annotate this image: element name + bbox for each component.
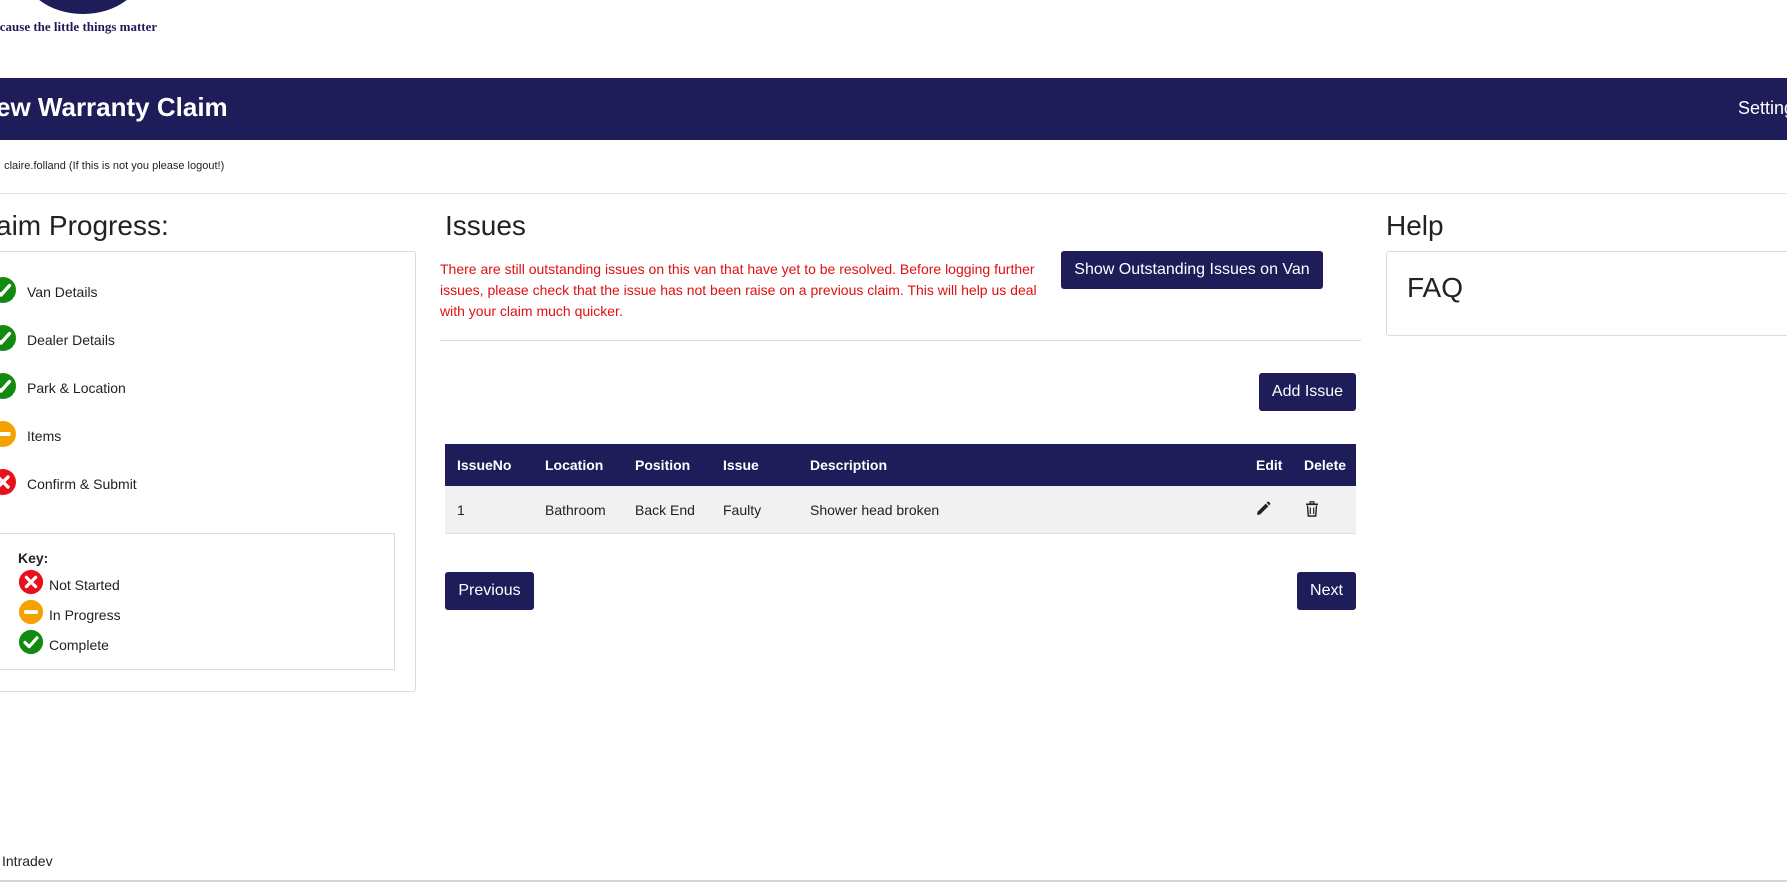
issues-title: Issues [445, 210, 526, 241]
previous-button[interactable]: Previous [445, 572, 534, 610]
next-button[interactable]: Next [1297, 572, 1356, 610]
column-header-issue: Issue [723, 457, 759, 473]
trash-icon[interactable] [1304, 501, 1320, 522]
cell-location: Bathroom [545, 502, 606, 518]
status-key: Key: Not Started In Progress Complete [0, 533, 395, 670]
logged-in-user-text: : claire.folland (If this is not you ple… [0, 160, 225, 172]
cell-position: Back End [635, 502, 695, 518]
key-item-label: In Progress [49, 607, 121, 623]
key-item-label: Not Started [49, 577, 120, 593]
faq-title: FAQ [1407, 272, 1464, 303]
column-header-edit: Edit [1256, 457, 1283, 473]
minus-circle-icon [18, 599, 44, 630]
minus-circle-icon [0, 420, 17, 453]
progress-step-label: Items [27, 428, 62, 444]
footer-credit: Intradev [2, 853, 53, 869]
x-circle-icon [18, 569, 44, 600]
pencil-icon[interactable] [1255, 501, 1271, 522]
column-header-description: Description [810, 457, 888, 473]
check-circle-icon [0, 276, 17, 309]
cell-issue: Faulty [723, 502, 762, 518]
column-header-delete: Delete [1304, 457, 1347, 473]
cell-issue-no: 1 [457, 502, 465, 518]
faq-panel[interactable]: FAQ [1386, 251, 1787, 336]
x-circle-icon [0, 468, 17, 501]
divider [440, 340, 1361, 341]
show-outstanding-issues-button[interactable]: Show Outstanding Issues on Van [1061, 251, 1323, 289]
help-title: Help [1386, 210, 1444, 241]
progress-step-label: Van Details [27, 284, 98, 300]
key-title: Key: [18, 550, 49, 566]
claim-progress-title: aim Progress: [0, 210, 169, 241]
issues-table: IssueNo Location Position Issue Descript… [445, 444, 1356, 534]
progress-step-label: Confirm & Submit [27, 476, 137, 492]
page-title: ew Warranty Claim [0, 92, 228, 122]
cell-description: Shower head broken [810, 502, 940, 518]
column-header-issueno: IssueNo [457, 457, 512, 473]
check-circle-icon [18, 629, 44, 660]
footer-divider [0, 880, 1787, 882]
check-circle-icon [0, 324, 17, 357]
divider [0, 193, 1787, 194]
logo-tagline: ecause the little things matter [0, 19, 158, 34]
logo-emblem [22, 0, 144, 14]
table-header: IssueNo Location Position Issue Descript… [445, 444, 1356, 486]
logo: ecause the little things matter [0, 0, 200, 40]
column-header-position: Position [635, 457, 691, 473]
check-circle-icon [0, 372, 17, 405]
column-header-location: Location [545, 457, 604, 473]
page-header: ew Warranty Claim Setting [0, 78, 1787, 140]
table-row: 1 Bathroom Back End Faulty Shower head b… [445, 486, 1356, 534]
key-item-label: Complete [49, 637, 109, 653]
add-issue-button[interactable]: Add Issue [1259, 373, 1356, 411]
outstanding-issues-warning: There are still outstanding issues on th… [440, 261, 1037, 319]
progress-step-label: Dealer Details [27, 332, 115, 348]
settings-link[interactable]: Setting [1738, 98, 1787, 119]
progress-step-label: Park & Location [27, 380, 126, 396]
